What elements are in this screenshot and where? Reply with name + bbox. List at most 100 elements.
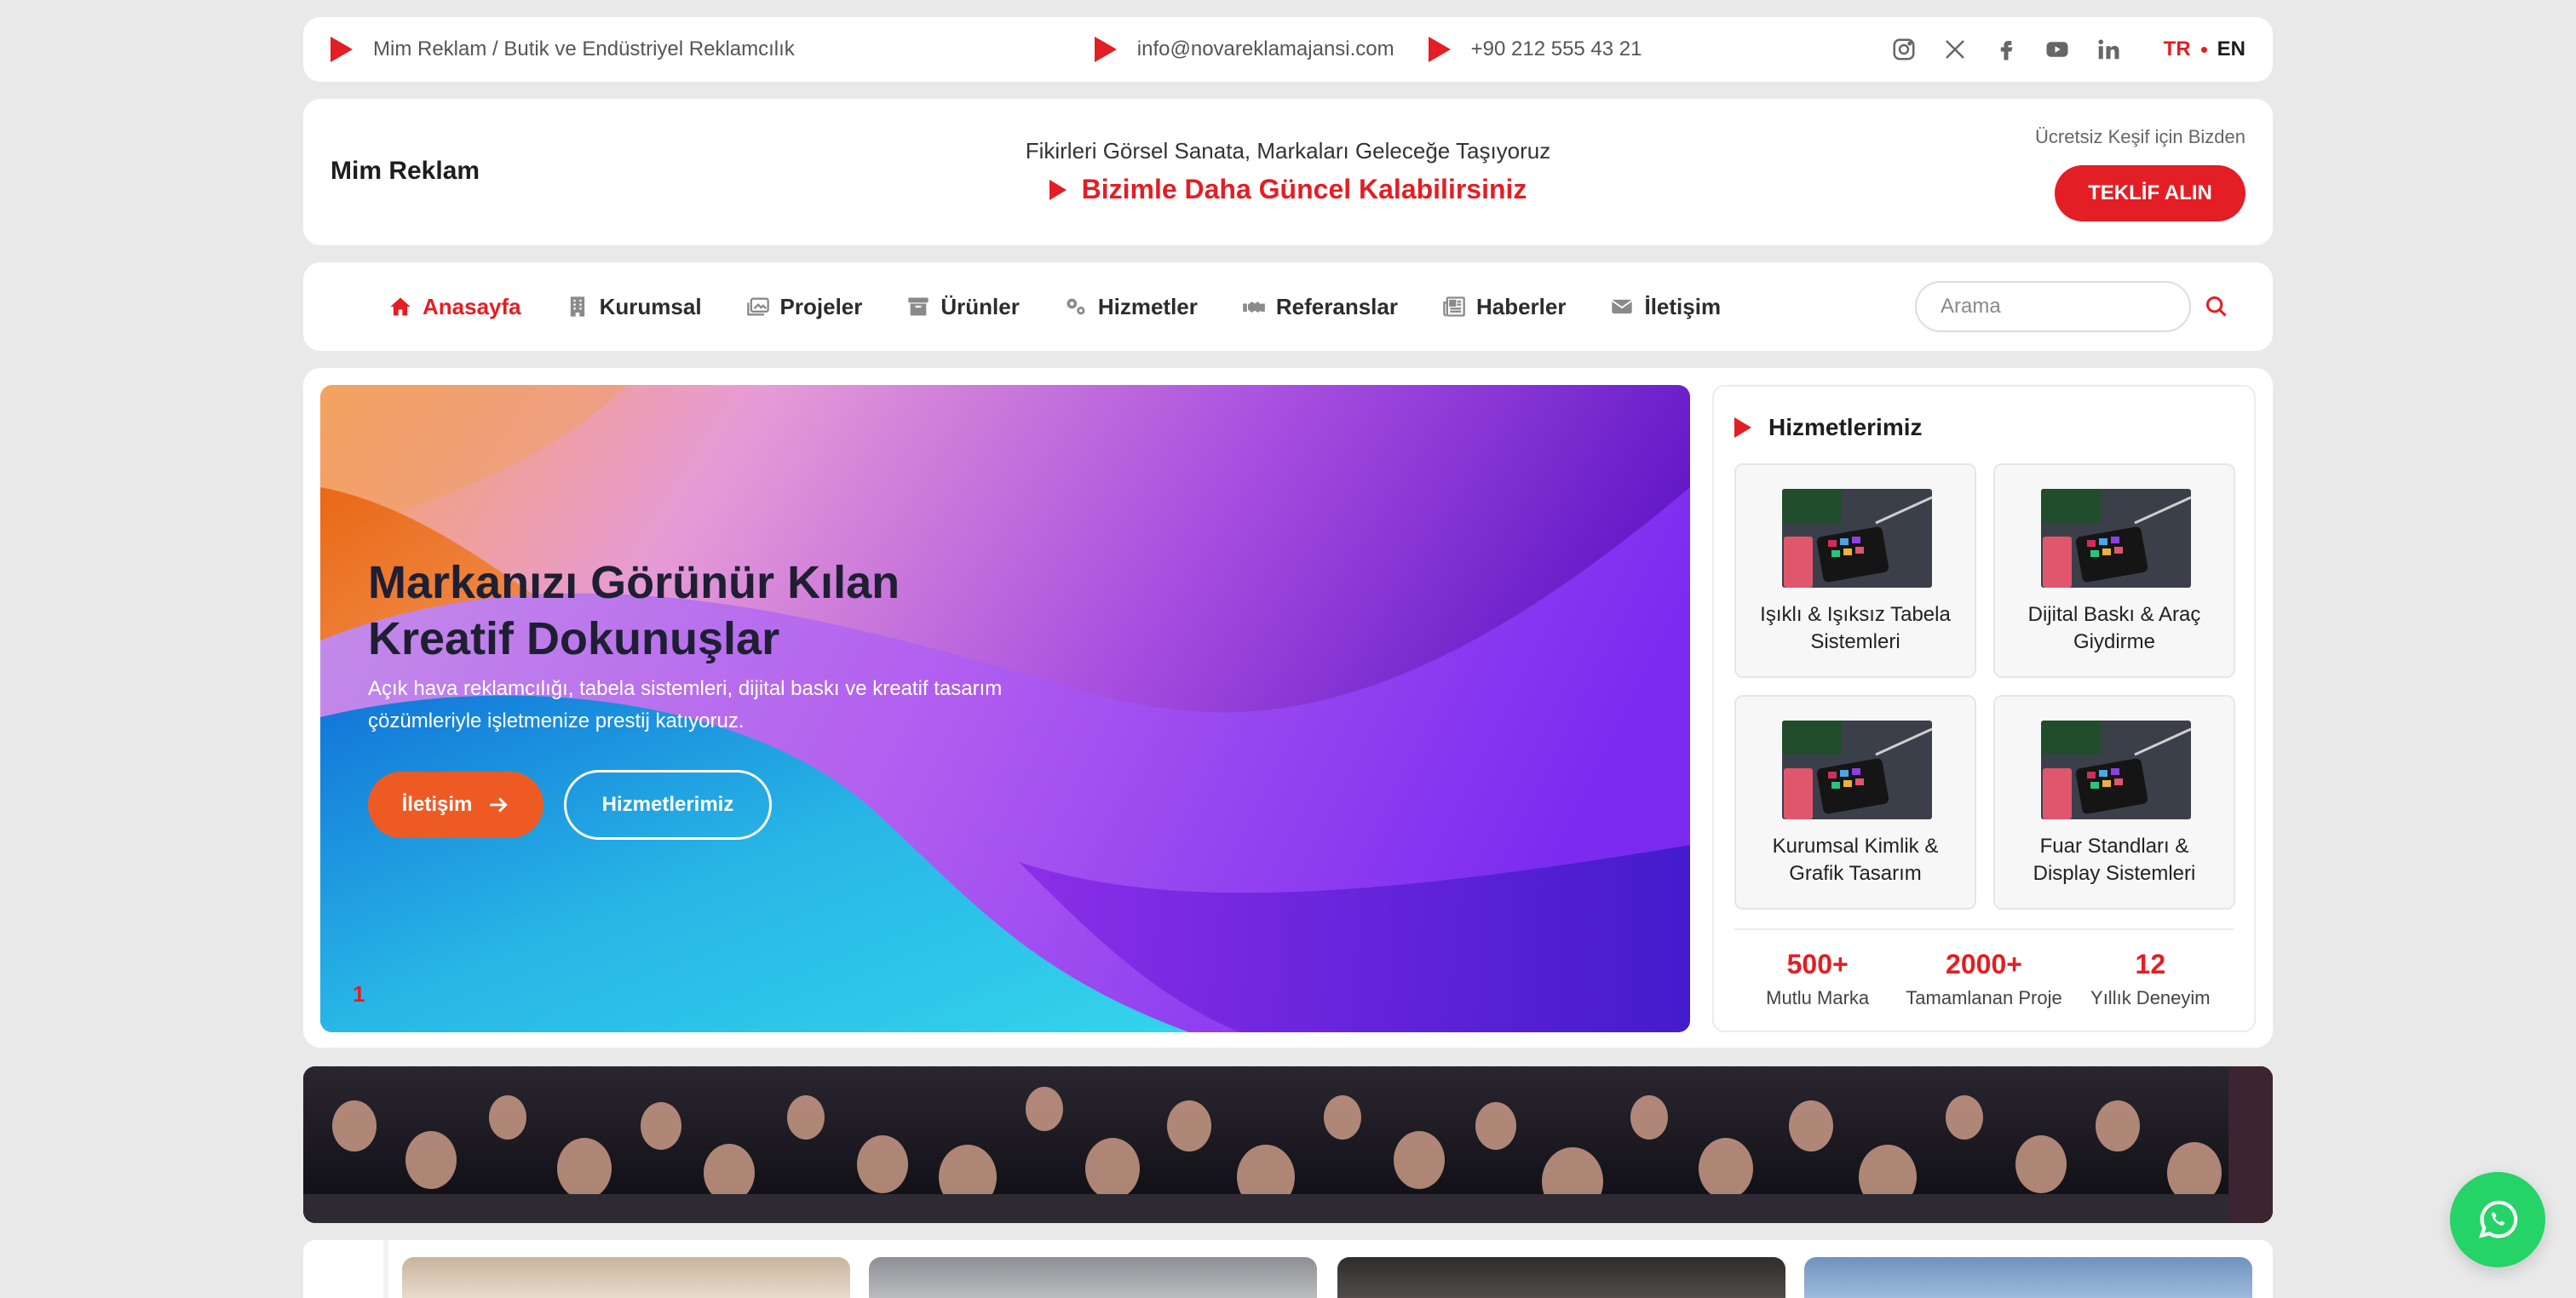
nav-label: Projeler: [779, 293, 863, 319]
audience-photo: [303, 1066, 2273, 1223]
play-triangle-icon: [1049, 179, 1067, 200]
lang-separator: [2200, 46, 2207, 53]
main-section: Markanızı Görünür Kılan Kreatif Dokunuşl…: [303, 368, 2273, 1048]
social-links: [1891, 37, 2121, 62]
stat-brands: 500+ Mutlu Marka: [1737, 949, 1899, 1009]
project-thumbnail[interactable]: [402, 1257, 850, 1298]
service-card[interactable]: Dijital Baskı & Araç Giydirme: [1993, 463, 2235, 678]
slogan-text: Bizimle Daha Güncel Kalabilirsiniz: [1081, 174, 1527, 204]
newspaper-icon: [1442, 295, 1466, 319]
building-icon: [566, 295, 589, 319]
stat-value: 12: [2135, 949, 2166, 979]
box-icon: [906, 295, 930, 319]
nav-item-corporate[interactable]: Kurumsal: [566, 294, 702, 320]
hero-services-button[interactable]: Hizmetlerimiz: [564, 770, 772, 840]
stat-label: Yıllık Deneyim: [2090, 987, 2211, 1008]
arrow-right-icon: [490, 797, 509, 813]
whatsapp-icon: [2479, 1200, 2518, 1238]
site-header: Mim Reklam Fikirleri Görsel Sanata, Mark…: [303, 99, 2273, 245]
play-triangle-icon: [1428, 37, 1451, 62]
linkedin-icon[interactable]: [2096, 37, 2121, 62]
audience-banner-image: [303, 1066, 2273, 1223]
service-card[interactable]: Fuar Standları & Display Sistemleri: [1993, 695, 2235, 910]
images-icon: [746, 295, 770, 319]
services-heading: Hizmetlerimiz: [1734, 414, 1923, 441]
instagram-icon[interactable]: [1891, 37, 1917, 62]
lang-tr[interactable]: TR: [2164, 37, 2191, 61]
phone-text[interactable]: +90 212 555 43 21: [1471, 37, 1642, 61]
header-tagline: Fikirleri Görsel Sanata, Markaları Gelec…: [1025, 138, 1551, 164]
home-icon: [388, 295, 412, 319]
nav-item-projects[interactable]: Projeler: [746, 293, 863, 320]
nav-label: Hizmetler: [1097, 293, 1198, 319]
service-card[interactable]: Işıklı & Işıksız Tabela Sistemleri: [1734, 463, 1976, 678]
hero-contact-button[interactable]: İletişim: [368, 772, 543, 838]
stat-label: Mutlu Marka: [1766, 987, 1870, 1008]
gears-icon: [1064, 295, 1088, 319]
project-thumbnail[interactable]: [1337, 1257, 1785, 1298]
project-thumbnail[interactable]: [869, 1257, 1317, 1298]
stats-row: 500+ Mutlu Marka 2000+ Tamamlanan Proje …: [1734, 928, 2234, 1009]
service-label: Kurumsal Kimlik & Grafik Tasarım: [1772, 835, 1939, 886]
company-info: Mim Reklam / Butik ve Endüstriyel Reklam…: [331, 37, 795, 62]
nav-item-home[interactable]: Anasayfa: [388, 294, 521, 320]
stat-value: 500+: [1786, 949, 1849, 979]
project-thumbnail[interactable]: [1804, 1257, 2252, 1298]
top-info-bar: Mim Reklam / Butik ve Endüstriyel Reklam…: [303, 17, 2273, 82]
header-slogan: Bizimle Daha Güncel Kalabilirsiniz: [303, 174, 2273, 205]
nav-item-contact[interactable]: İletişim: [1610, 294, 1721, 320]
nav-label: Referanslar: [1275, 293, 1398, 319]
hero-slider: Markanızı Görünür Kılan Kreatif Dokunuşl…: [320, 385, 1690, 1032]
play-triangle-icon: [1094, 37, 1117, 62]
service-card[interactable]: Kurumsal Kimlik & Grafik Tasarım: [1734, 695, 1976, 910]
whatsapp-button[interactable]: [2450, 1172, 2545, 1267]
divider: [383, 1240, 388, 1298]
service-image: [1782, 489, 1932, 588]
play-triangle-icon: [1734, 417, 1751, 438]
stat-experience: 12 Yıllık Deneyim: [2069, 949, 2231, 1009]
service-label: Dijital Baskı & Araç Giydirme: [2027, 603, 2201, 654]
email-text[interactable]: info@novareklamajansi.com: [1137, 37, 1394, 61]
hero-subtitle: Açık hava reklamcılığı, tabela sistemler…: [368, 677, 1003, 733]
play-triangle-icon: [331, 37, 353, 62]
nav-item-references[interactable]: Referanslar: [1242, 294, 1398, 320]
hero-title: Markanızı Görünür Kılan Kreatif Dokunuşl…: [368, 557, 900, 664]
phone-link[interactable]: +90 212 555 43 21: [1428, 37, 1642, 62]
service-image: [1782, 721, 1932, 819]
get-quote-button[interactable]: TEKLİF ALIN: [2055, 165, 2245, 221]
email-link[interactable]: info@novareklamajansi.com: [1094, 37, 1394, 62]
company-text: Mim Reklam / Butik ve Endüstriyel Reklam…: [373, 37, 795, 60]
stat-label: Tamamlanan Proje: [1906, 987, 2062, 1008]
slide-index[interactable]: 1: [353, 981, 365, 1008]
nav-item-products[interactable]: Ürünler: [906, 293, 1020, 320]
nav-item-services[interactable]: Hizmetler: [1064, 294, 1198, 320]
service-image: [2041, 721, 2191, 819]
nav-label: Anasayfa: [423, 293, 521, 319]
service-label: Işıklı & Işıksız Tabela Sistemleri: [1760, 603, 1951, 654]
facebook-icon[interactable]: [1993, 37, 2019, 62]
envelope-icon: [1610, 295, 1634, 319]
service-label: Fuar Standları & Display Sistemleri: [2033, 835, 2196, 886]
nav-label: Ürünler: [940, 293, 1020, 319]
hero-contact-label: İletişim: [401, 793, 473, 816]
nav-item-news[interactable]: Haberler: [1442, 293, 1567, 320]
handshake-icon: [1242, 295, 1266, 319]
nav-label: Haberler: [1475, 293, 1567, 319]
nav-label: Kurumsal: [599, 293, 702, 319]
stat-projects: 2000+ Tamamlanan Proje: [1903, 949, 2065, 1009]
search-box: [1915, 281, 2227, 332]
lang-en[interactable]: EN: [2217, 37, 2245, 61]
x-icon[interactable]: [1942, 37, 1968, 62]
service-image: [2041, 489, 2191, 588]
services-heading-text: Hizmetlerimiz: [1768, 414, 1923, 440]
projects-preview-row: [303, 1240, 2273, 1298]
search-input[interactable]: [1941, 295, 2205, 319]
stat-value: 2000+: [1946, 949, 2022, 979]
language-switcher: TR EN: [2164, 37, 2245, 61]
main-navigation: Anasayfa Kurumsal Projeler Ürünler Hizme…: [303, 262, 2273, 351]
nav-label: İletişim: [1644, 293, 1722, 319]
search-icon[interactable]: [2205, 295, 2228, 319]
youtube-icon[interactable]: [2044, 37, 2070, 62]
offer-note: Ücretsiz Keşif için Bizden: [2035, 126, 2245, 147]
services-panel: Hizmetlerimiz Işıklı & Işıksız Tabela Si…: [1712, 385, 2256, 1032]
